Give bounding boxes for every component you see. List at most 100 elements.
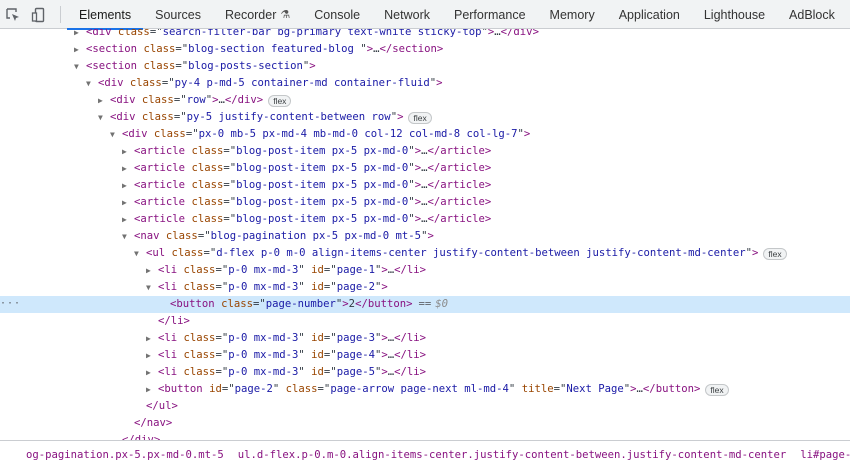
attribute-name[interactable]: class bbox=[143, 43, 175, 55]
attribute-name[interactable]: class bbox=[184, 332, 216, 344]
dom-node-row[interactable]: ▶ <li class="p-0 mx-md-3" id="page-1">… </… bbox=[0, 262, 850, 279]
collapse-triangle-icon[interactable]: ▼ bbox=[122, 228, 134, 245]
expand-triangle-icon[interactable]: ▶ bbox=[122, 177, 134, 194]
collapse-triangle-icon[interactable]: ▼ bbox=[74, 58, 86, 75]
device-toggle-icon[interactable] bbox=[26, 0, 52, 29]
attribute-value[interactable]: page-1 bbox=[337, 264, 375, 276]
row-menu-dots-icon[interactable]: ··· bbox=[0, 296, 20, 311]
collapse-triangle-icon[interactable]: ▼ bbox=[98, 109, 110, 126]
attribute-value[interactable]: search-filter-bar bg-primary text-white … bbox=[163, 29, 482, 38]
attribute-value[interactable]: blog-post-item px-5 px-md-0 bbox=[236, 145, 408, 157]
attribute-name[interactable]: class bbox=[191, 162, 223, 174]
attribute-name[interactable]: class bbox=[184, 366, 216, 378]
dom-node-row[interactable]: ▶ <button id="page-2" class="page-arrow p… bbox=[0, 381, 850, 398]
attribute-name[interactable]: class bbox=[154, 128, 186, 140]
tab-console[interactable]: Console bbox=[302, 0, 372, 29]
attribute-value[interactable]: p-0 mx-md-3 bbox=[228, 349, 298, 361]
dom-node-row[interactable]: ▶ <div class="search-filter-bar bg-primar… bbox=[0, 29, 850, 41]
inspect-element-icon[interactable] bbox=[0, 0, 26, 29]
attribute-value[interactable]: px-0 mb-5 px-md-4 mb-md-0 col-12 col-md-… bbox=[199, 128, 518, 140]
flex-badge[interactable]: flex bbox=[268, 94, 292, 107]
attribute-value[interactable]: row bbox=[187, 94, 206, 106]
dom-node-row[interactable]: ▼ <section class="blog-posts-section"> bbox=[0, 58, 850, 75]
expand-triangle-icon[interactable]: ▶ bbox=[74, 41, 86, 58]
dom-node-row[interactable]: ▼ <ul class="d-flex p-0 m-0 align-items-c… bbox=[0, 245, 850, 262]
attribute-name[interactable]: class bbox=[191, 145, 223, 157]
attribute-name[interactable]: class bbox=[130, 77, 162, 89]
attribute-name[interactable]: class bbox=[184, 281, 216, 293]
tab-lighthouse[interactable]: Lighthouse bbox=[692, 0, 777, 29]
attribute-value[interactable]: blog-posts-section bbox=[188, 60, 303, 72]
collapse-triangle-icon[interactable]: ▼ bbox=[134, 245, 146, 262]
tab-recorder[interactable]: Recorder ⚗ bbox=[213, 0, 302, 29]
dom-node-row[interactable]: ▶</ul> bbox=[0, 398, 850, 415]
dom-node-row[interactable]: ▼ <div class="py-4 p-md-5 container-md co… bbox=[0, 75, 850, 92]
flex-badge[interactable]: flex bbox=[705, 383, 729, 396]
attribute-value[interactable]: page-2 bbox=[235, 383, 273, 395]
attribute-value[interactable]: blog-post-item px-5 px-md-0 bbox=[236, 179, 408, 191]
attribute-value[interactable]: p-0 mx-md-3 bbox=[228, 264, 298, 276]
dom-node-row[interactable]: ▶ <article class="blog-post-item px-5 px-… bbox=[0, 177, 850, 194]
dom-node-row[interactable]: ▶ <article class="blog-post-item px-5 px-… bbox=[0, 194, 850, 211]
dom-node-row[interactable]: ▼ <div class="py-5 justify-content-betwee… bbox=[0, 109, 850, 126]
expand-triangle-icon[interactable]: ▶ bbox=[122, 194, 134, 211]
attribute-name[interactable]: class bbox=[191, 196, 223, 208]
flex-badge[interactable]: flex bbox=[408, 111, 432, 124]
attribute-name[interactable]: title bbox=[522, 383, 554, 395]
attribute-value[interactable]: p-0 mx-md-3 bbox=[228, 281, 298, 293]
attribute-value[interactable]: blog-post-item px-5 px-md-0 bbox=[236, 196, 408, 208]
dom-node-row[interactable]: ▼ <li class="p-0 mx-md-3" id="page-2"> bbox=[0, 279, 850, 296]
expand-triangle-icon[interactable]: ▶ bbox=[98, 92, 110, 109]
dom-node-row[interactable]: ▼ <div class="px-0 mb-5 px-md-4 mb-md-0 c… bbox=[0, 126, 850, 143]
dom-node-row[interactable]: ▶ <article class="blog-post-item px-5 px-… bbox=[0, 160, 850, 177]
collapse-triangle-icon[interactable]: ▼ bbox=[86, 75, 98, 92]
flex-badge[interactable]: flex bbox=[763, 247, 787, 260]
attribute-name[interactable]: class bbox=[191, 179, 223, 191]
dom-node-row[interactable]: ▶</li> bbox=[0, 313, 850, 330]
attribute-value[interactable]: d-flex p-0 m-0 align-items-center justif… bbox=[216, 247, 745, 259]
dom-node-row[interactable]: ▼ <nav class="blog-pagination px-5 px-md-… bbox=[0, 228, 850, 245]
expand-triangle-icon[interactable]: ▶ bbox=[146, 381, 158, 398]
tab-memory[interactable]: Memory bbox=[538, 0, 607, 29]
attribute-name[interactable]: id bbox=[311, 264, 324, 276]
attribute-name[interactable]: class bbox=[184, 349, 216, 361]
dom-node-row[interactable]: ▶ <section class="blog-section featured-b… bbox=[0, 41, 850, 58]
expand-triangle-icon[interactable]: ▶ bbox=[122, 211, 134, 228]
tab-application[interactable]: Application bbox=[607, 0, 692, 29]
attribute-name[interactable]: id bbox=[311, 366, 324, 378]
attribute-value[interactable]: py-5 justify-content-between row bbox=[187, 111, 391, 123]
dom-node-row[interactable]: ▶ <li class="p-0 mx-md-3" id="page-3">… </… bbox=[0, 330, 850, 347]
collapse-triangle-icon[interactable]: ▼ bbox=[146, 279, 158, 296]
attribute-value[interactable]: blog-section featured-blog bbox=[188, 43, 360, 55]
attribute-name[interactable]: class bbox=[142, 94, 174, 106]
attribute-name[interactable]: class bbox=[142, 111, 174, 123]
tab-performance[interactable]: Performance bbox=[442, 0, 538, 29]
expand-triangle-icon[interactable]: ▶ bbox=[146, 347, 158, 364]
attribute-name[interactable]: id bbox=[311, 281, 324, 293]
attribute-name[interactable]: class bbox=[172, 247, 204, 259]
attribute-name[interactable]: id bbox=[209, 383, 222, 395]
attribute-value[interactable]: page-5 bbox=[337, 366, 375, 378]
tab-sources[interactable]: Sources bbox=[143, 0, 213, 29]
attribute-name[interactable]: class bbox=[221, 298, 253, 310]
attribute-name[interactable]: class bbox=[118, 29, 150, 38]
attribute-value[interactable]: Next Page bbox=[566, 383, 623, 395]
attribute-name[interactable]: class bbox=[184, 264, 216, 276]
dom-node-row[interactable]: ··· ▶<button class="page-number">2</butto… bbox=[0, 296, 850, 313]
attribute-value[interactable]: page-number bbox=[266, 298, 336, 310]
attribute-value[interactable]: page-3 bbox=[337, 332, 375, 344]
tab-elements[interactable]: Elements bbox=[67, 0, 144, 30]
dom-node-row[interactable]: ▶ <div class="row">… </div> flex bbox=[0, 92, 850, 109]
dom-node-row[interactable]: ▶ <article class="blog-post-item px-5 px-… bbox=[0, 211, 850, 228]
attribute-name[interactable]: id bbox=[311, 349, 324, 361]
attribute-name[interactable]: class bbox=[143, 60, 175, 72]
expand-triangle-icon[interactable]: ▶ bbox=[146, 364, 158, 381]
attribute-value[interactable]: p-0 mx-md-3 bbox=[228, 332, 298, 344]
expand-triangle-icon[interactable]: ▶ bbox=[122, 143, 134, 160]
expand-triangle-icon[interactable]: ▶ bbox=[74, 29, 86, 41]
attribute-value[interactable]: page-2 bbox=[337, 281, 375, 293]
collapse-triangle-icon[interactable]: ▼ bbox=[110, 126, 122, 143]
dom-node-row[interactable]: ▶</div> bbox=[0, 432, 850, 440]
tab-network[interactable]: Network bbox=[372, 0, 442, 29]
attribute-value[interactable]: blog-pagination px-5 px-md-0 mt-5 bbox=[211, 230, 421, 242]
